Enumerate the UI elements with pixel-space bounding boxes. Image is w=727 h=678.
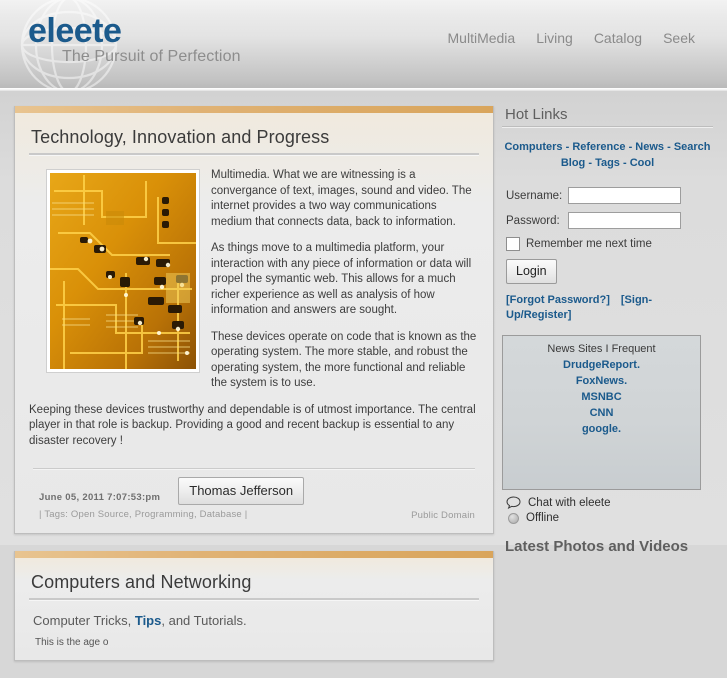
nav-item-catalog[interactable]: Catalog	[594, 30, 642, 46]
article-subtitle: Computer Tricks, Tips, and Tutorials.	[33, 613, 479, 628]
hot-link-cool[interactable]: Cool	[630, 157, 654, 169]
article-title: Technology, Innovation and Progress	[31, 127, 330, 147]
title-divider	[29, 598, 479, 601]
article-tags[interactable]: | Tags: Open Source, Programming, Databa…	[39, 505, 247, 520]
hot-link-blog[interactable]: Blog	[561, 157, 585, 169]
hot-link-sep: -	[619, 157, 630, 169]
hot-link-sep: -	[585, 157, 596, 169]
post-date: June 05, 2011 7:07:53:pm	[39, 491, 161, 503]
hot-links-divider	[502, 126, 713, 128]
article-title: Computers and Networking	[31, 572, 252, 592]
hot-link-computers[interactable]: Computers	[504, 141, 562, 153]
news-sites-box: News Sites I Frequent DrudgeReport. FoxN…	[502, 335, 701, 490]
article-paragraph-4: Keeping these devices trustworthy and de…	[29, 403, 476, 447]
hot-link-reference[interactable]: Reference	[572, 141, 625, 153]
hot-link-sep: -	[562, 141, 573, 153]
news-link-cnn[interactable]: CNN	[503, 405, 700, 421]
hot-link-tags[interactable]: Tags	[595, 157, 620, 169]
circuit-board-image	[50, 173, 196, 369]
chat-label[interactable]: Chat with eleete	[528, 497, 610, 509]
card-accent-bar	[15, 551, 493, 558]
site-header: eleete The Pursuit of Perfection MultiMe…	[0, 0, 727, 88]
auth-links: [Forgot Password?] [Sign-Up/Register]	[506, 293, 691, 323]
hot-link-sep: -	[625, 141, 636, 153]
hot-links-list: Computers - Reference - News - Search Bl…	[502, 139, 713, 171]
article-meta: June 05, 2011 7:07:53:pm Thomas Jefferso…	[29, 477, 479, 521]
chat-status-label: Offline	[526, 512, 560, 524]
author-button[interactable]: Thomas Jefferson	[178, 477, 305, 505]
hot-links-heading: Hot Links	[505, 106, 568, 123]
article-thumbnail[interactable]	[47, 170, 199, 372]
chat-bubble-icon	[506, 496, 521, 509]
title-divider	[29, 153, 479, 156]
username-label: Username:	[506, 189, 563, 202]
site-tagline: The Pursuit of Perfection	[62, 48, 241, 65]
news-link-drudgereport[interactable]: DrudgeReport.	[503, 357, 700, 373]
tips-link[interactable]: Tips	[135, 613, 162, 628]
subtitle-suffix: , and Tutorials.	[161, 613, 247, 628]
main-nav: MultiMedia Living Catalog Seek	[448, 30, 695, 46]
article-card-computers: Computers and Networking Computer Tricks…	[14, 551, 494, 661]
subtitle-prefix: Computer Tricks,	[33, 613, 135, 628]
login-button[interactable]: Login	[506, 259, 557, 284]
news-link-google[interactable]: google.	[503, 421, 700, 437]
nav-item-seek[interactable]: Seek	[663, 30, 695, 46]
latest-media-heading: Latest Photos and Videos	[505, 538, 689, 555]
hot-link-search[interactable]: Search	[674, 141, 711, 153]
remember-me-row: Remember me next time	[506, 237, 713, 251]
status-dot-icon	[508, 512, 519, 524]
site-logo[interactable]: eleete	[28, 14, 122, 48]
username-row: Username:	[506, 187, 713, 204]
forgot-password-link[interactable]: [Forgot Password?]	[506, 294, 610, 306]
news-link-foxnews[interactable]: FoxNews.	[503, 373, 700, 389]
nav-item-multimedia[interactable]: MultiMedia	[448, 30, 516, 46]
hot-link-sep: -	[664, 141, 674, 153]
hot-links-row-2: Blog - Tags - Cool	[502, 155, 713, 171]
news-box-title: News Sites I Frequent	[547, 343, 656, 355]
article-card-technology: Technology, Innovation and Progress Mult…	[14, 106, 494, 534]
main-column: Technology, Innovation and Progress Mult…	[14, 106, 494, 678]
article-body: Multimedia. What we are witnessing is a …	[29, 168, 479, 460]
article-rights: Public Domain	[411, 510, 475, 521]
password-input[interactable]	[568, 212, 681, 229]
chat-status-row: Offline	[506, 512, 713, 524]
article-clipped-text: This is the age o	[35, 637, 109, 648]
content-wrapper: Technology, Innovation and Progress Mult…	[0, 91, 727, 661]
news-link-msnbc[interactable]: MSNBC	[503, 389, 700, 405]
hot-links-row-1: Computers - Reference - News - Search	[502, 139, 713, 155]
meta-divider	[33, 468, 475, 470]
card-accent-bar	[15, 106, 493, 113]
chat-row[interactable]: Chat with eleete	[506, 496, 713, 509]
username-input[interactable]	[568, 187, 681, 204]
nav-item-living[interactable]: Living	[536, 30, 573, 46]
remember-me-checkbox[interactable]	[506, 237, 520, 251]
remember-me-label: Remember me next time	[526, 238, 652, 250]
hot-link-news[interactable]: News	[635, 141, 664, 153]
sidebar: Hot Links Computers - Reference - News -…	[502, 106, 713, 555]
password-label: Password:	[506, 214, 560, 227]
password-row: Password:	[506, 212, 713, 229]
